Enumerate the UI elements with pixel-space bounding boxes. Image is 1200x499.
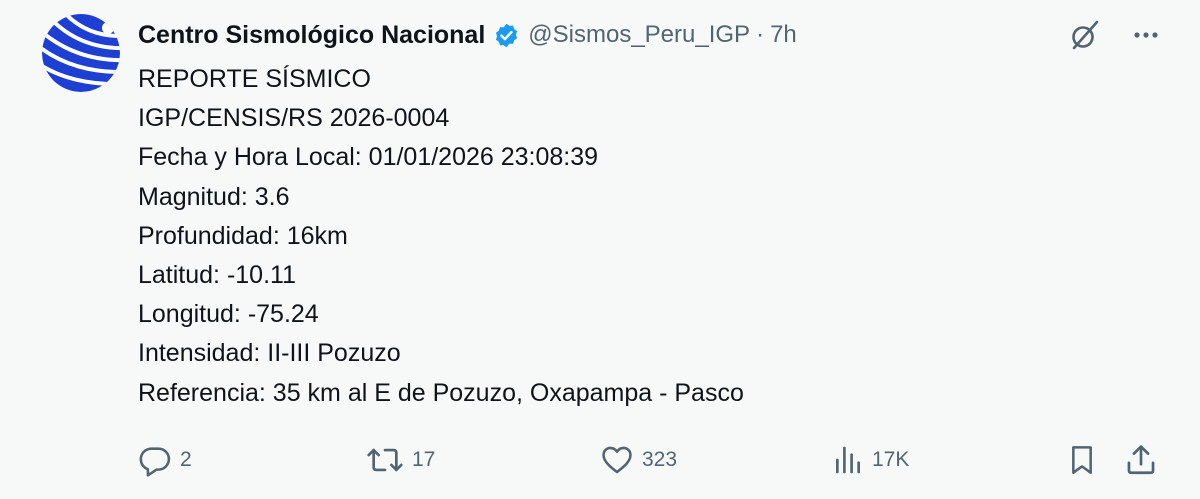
more-icon[interactable] <box>1132 21 1160 49</box>
action-bar: 2 17 323 17K <box>138 440 1160 480</box>
report-title: REPORTE SÍSMICO <box>138 65 371 93</box>
share-icon <box>1124 443 1158 477</box>
post-body: REPORTE SÍSMICO IGP/CENSIS/RS 2026-0004 … <box>138 60 744 413</box>
post: Centro Sismológico Nacional @Sismos_Peru… <box>0 0 1200 499</box>
verified-badge-icon[interactable] <box>493 22 520 49</box>
report-reference: Referencia: 35 km al E de Pozuzo, Oxapam… <box>138 378 744 407</box>
repost-button[interactable]: 17 <box>366 440 435 480</box>
top-actions <box>1068 18 1160 52</box>
bookmark-icon <box>1066 443 1098 477</box>
share-button[interactable] <box>1124 440 1158 480</box>
separator-dot: · <box>756 21 765 48</box>
author-handle[interactable]: @Sismos_Peru_IGP <box>528 21 750 49</box>
like-icon <box>600 443 634 477</box>
reply-button[interactable]: 2 <box>138 440 192 480</box>
post-header: Centro Sismológico Nacional @Sismos_Peru… <box>138 16 797 54</box>
post-time[interactable]: 7h <box>770 21 797 49</box>
views-count: 17K <box>872 448 910 471</box>
like-button[interactable]: 323 <box>600 440 677 480</box>
repost-count: 17 <box>412 448 436 471</box>
repost-icon <box>366 443 404 477</box>
bookmark-button[interactable] <box>1066 440 1098 480</box>
igp-logo-icon <box>42 14 120 92</box>
like-count: 323 <box>642 448 678 471</box>
grok-icon[interactable] <box>1068 18 1102 52</box>
report-datetime: Fecha y Hora Local: 01/01/2026 23:08:39 <box>138 143 599 172</box>
reply-icon <box>138 443 172 477</box>
views-icon <box>832 443 864 477</box>
report-magnitude: Magnitud: 3.6 <box>138 182 290 211</box>
reply-count: 2 <box>180 448 192 471</box>
report-longitude: Longitud: -75.24 <box>138 300 319 329</box>
report-latitude: Latitud: -10.11 <box>138 261 296 290</box>
views-button[interactable]: 17K <box>832 440 909 480</box>
report-id: IGP/CENSIS/RS 2026-0004 <box>138 104 450 133</box>
report-depth: Profundidad: 16km <box>138 221 348 250</box>
author-name[interactable]: Centro Sismológico Nacional <box>138 21 485 50</box>
report-intensity: Intensidad: II-III Pozuzo <box>138 339 401 368</box>
avatar[interactable] <box>42 14 120 92</box>
